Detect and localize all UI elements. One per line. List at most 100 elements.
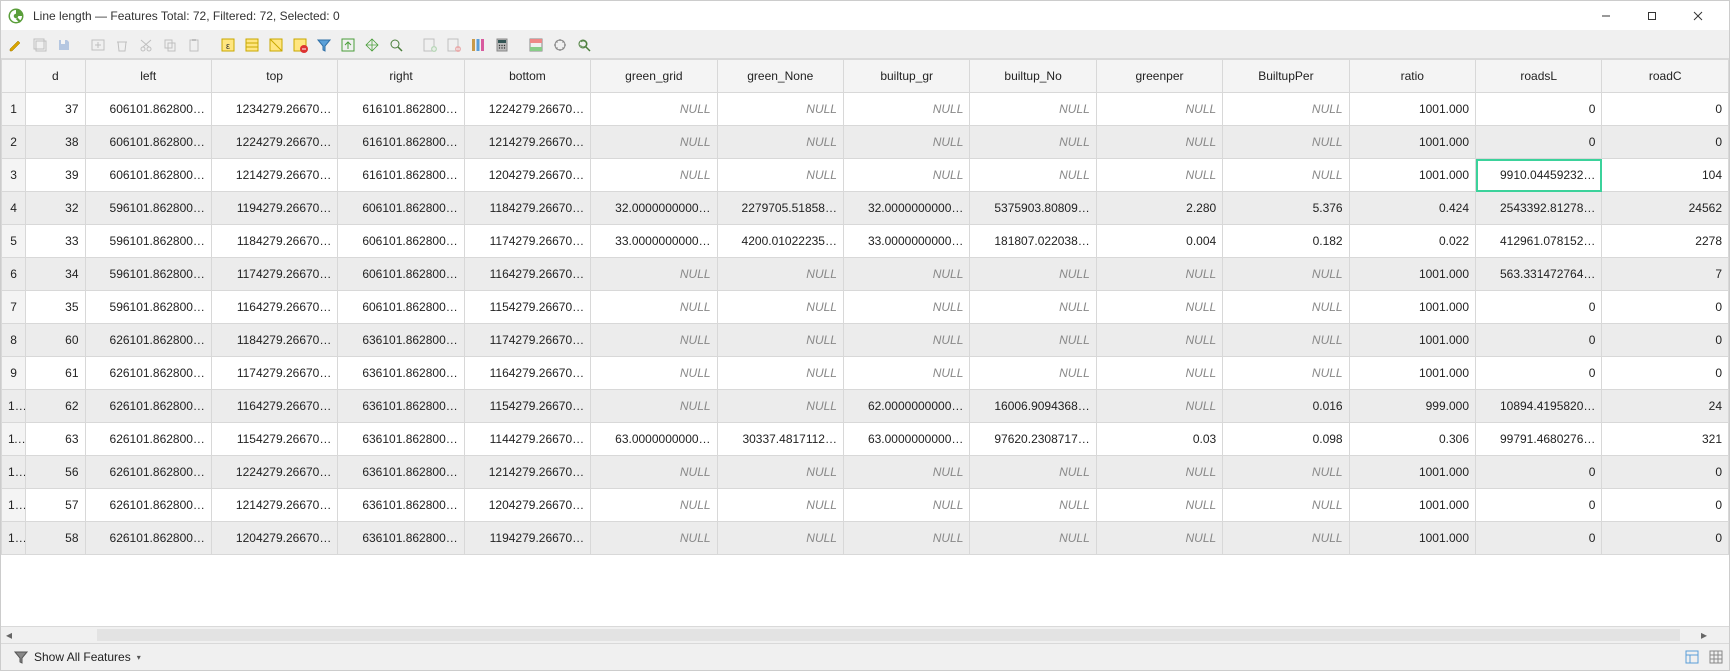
row-number-cell[interactable]: 9 (2, 357, 26, 390)
table-cell[interactable]: NULL (1223, 291, 1349, 324)
column-header[interactable]: roadC (1602, 60, 1729, 93)
table-cell[interactable]: 0.03 (1096, 423, 1222, 456)
table-cell[interactable]: 9910.04459232… (1476, 159, 1602, 192)
table-cell[interactable]: 636101.862800… (338, 456, 464, 489)
row-number-cell[interactable]: 5 (2, 225, 26, 258)
table-cell[interactable]: 626101.862800… (85, 390, 211, 423)
table-cell[interactable]: 1001.000 (1349, 357, 1475, 390)
table-cell[interactable]: 1174279.26670… (464, 225, 590, 258)
table-cell[interactable]: NULL (591, 159, 717, 192)
table-cell[interactable]: 1224279.26670… (211, 126, 337, 159)
table-cell[interactable]: NULL (970, 291, 1096, 324)
table-cell[interactable]: 1184279.26670… (211, 324, 337, 357)
table-cell[interactable]: 636101.862800… (338, 522, 464, 555)
table-cell[interactable]: 38 (26, 126, 85, 159)
table-cell[interactable]: 1204279.26670… (211, 522, 337, 555)
cut-button[interactable] (135, 34, 157, 56)
table-cell[interactable]: 5375903.80809… (970, 192, 1096, 225)
table-cell[interactable]: 626101.862800… (85, 423, 211, 456)
table-cell[interactable]: 596101.862800… (85, 192, 211, 225)
table-cell[interactable]: NULL (970, 357, 1096, 390)
table-cell[interactable]: NULL (1096, 357, 1222, 390)
table-cell[interactable]: 606101.862800… (338, 291, 464, 324)
table-cell[interactable]: 1224279.26670… (464, 93, 590, 126)
table-cell[interactable]: 636101.862800… (338, 357, 464, 390)
table-cell[interactable]: 24 (1602, 390, 1729, 423)
copy-button[interactable] (159, 34, 181, 56)
table-cell[interactable]: 0.016 (1223, 390, 1349, 423)
table-cell[interactable]: NULL (970, 522, 1096, 555)
close-button[interactable] (1675, 1, 1721, 31)
table-cell[interactable]: 1164279.26670… (211, 390, 337, 423)
table-cell[interactable]: 1174279.26670… (211, 258, 337, 291)
table-cell[interactable]: 1154279.26670… (211, 423, 337, 456)
table-cell[interactable]: 0 (1602, 93, 1729, 126)
table-cell[interactable]: NULL (843, 159, 969, 192)
table-cell[interactable]: NULL (1223, 456, 1349, 489)
scroll-right-arrow[interactable]: ▸ (1696, 627, 1712, 643)
table-cell[interactable]: 1144279.26670… (464, 423, 590, 456)
row-number-cell[interactable]: 11 (2, 423, 26, 456)
table-row[interactable]: 339606101.862800…1214279.26670…616101.86… (2, 159, 1729, 192)
conditional-formatting-button[interactable] (525, 34, 547, 56)
table-cell[interactable]: NULL (1223, 258, 1349, 291)
table-cell[interactable]: 606101.862800… (85, 93, 211, 126)
table-cell[interactable]: NULL (717, 159, 843, 192)
table-cell[interactable]: 1184279.26670… (464, 192, 590, 225)
table-cell[interactable]: NULL (1096, 489, 1222, 522)
table-cell[interactable]: NULL (843, 126, 969, 159)
table-cell[interactable]: 0.306 (1349, 423, 1475, 456)
table-cell[interactable]: 596101.862800… (85, 291, 211, 324)
table-cell[interactable]: NULL (591, 357, 717, 390)
table-cell[interactable]: 2.280 (1096, 192, 1222, 225)
table-cell[interactable]: NULL (843, 291, 969, 324)
table-cell[interactable]: 62.0000000000… (843, 390, 969, 423)
table-cell[interactable]: NULL (970, 456, 1096, 489)
table-cell[interactable]: 181807.022038… (970, 225, 1096, 258)
select-all-button[interactable] (241, 34, 263, 56)
table-cell[interactable]: NULL (843, 489, 969, 522)
table-cell[interactable]: NULL (1223, 159, 1349, 192)
column-header[interactable]: roadsL (1476, 60, 1602, 93)
column-header[interactable]: left (85, 60, 211, 93)
table-cell[interactable]: 0 (1602, 324, 1729, 357)
field-calculator-button[interactable] (491, 34, 513, 56)
table-cell[interactable]: 606101.862800… (85, 159, 211, 192)
row-number-cell[interactable]: 2 (2, 126, 26, 159)
table-cell[interactable]: NULL (1096, 159, 1222, 192)
show-all-features-filter[interactable]: Show All Features ▾ (5, 645, 148, 669)
table-cell[interactable]: 1204279.26670… (464, 489, 590, 522)
horizontal-scrollbar[interactable]: ◂ ▸ (1, 626, 1729, 643)
deselect-all-button[interactable] (289, 34, 311, 56)
table-cell[interactable]: NULL (591, 456, 717, 489)
table-cell[interactable]: NULL (591, 93, 717, 126)
table-cell[interactable]: 1154279.26670… (464, 291, 590, 324)
table-cell[interactable]: 1164279.26670… (211, 291, 337, 324)
table-cell[interactable]: 0 (1602, 456, 1729, 489)
table-cell[interactable]: NULL (717, 456, 843, 489)
table-cell[interactable]: NULL (843, 522, 969, 555)
table-cell[interactable]: 32.0000000000… (843, 192, 969, 225)
table-cell[interactable]: NULL (1096, 258, 1222, 291)
column-header[interactable]: green_grid (591, 60, 717, 93)
table-cell[interactable]: NULL (717, 291, 843, 324)
table-row[interactable]: 860626101.862800…1184279.26670…636101.86… (2, 324, 1729, 357)
move-selection-to-top-button[interactable] (337, 34, 359, 56)
table-cell[interactable]: 606101.862800… (85, 126, 211, 159)
delete-field-button[interactable] (443, 34, 465, 56)
table-cell[interactable]: 16006.9094368… (970, 390, 1096, 423)
table-cell[interactable]: 1194279.26670… (211, 192, 337, 225)
table-cell[interactable]: NULL (1096, 93, 1222, 126)
table-cell[interactable]: 1001.000 (1349, 258, 1475, 291)
table-cell[interactable]: 1001.000 (1349, 93, 1475, 126)
table-cell[interactable]: 1214279.26670… (211, 159, 337, 192)
column-header[interactable]: green_None (717, 60, 843, 93)
zoom-to-selected-button[interactable] (385, 34, 407, 56)
table-cell[interactable]: NULL (1223, 93, 1349, 126)
row-number-cell[interactable]: 10 (2, 390, 26, 423)
table-cell[interactable]: 1214279.26670… (211, 489, 337, 522)
table-cell[interactable]: 626101.862800… (85, 456, 211, 489)
table-cell[interactable]: NULL (1096, 390, 1222, 423)
table-cell[interactable]: 58 (26, 522, 85, 555)
table-cell[interactable]: 30337.4817112… (717, 423, 843, 456)
